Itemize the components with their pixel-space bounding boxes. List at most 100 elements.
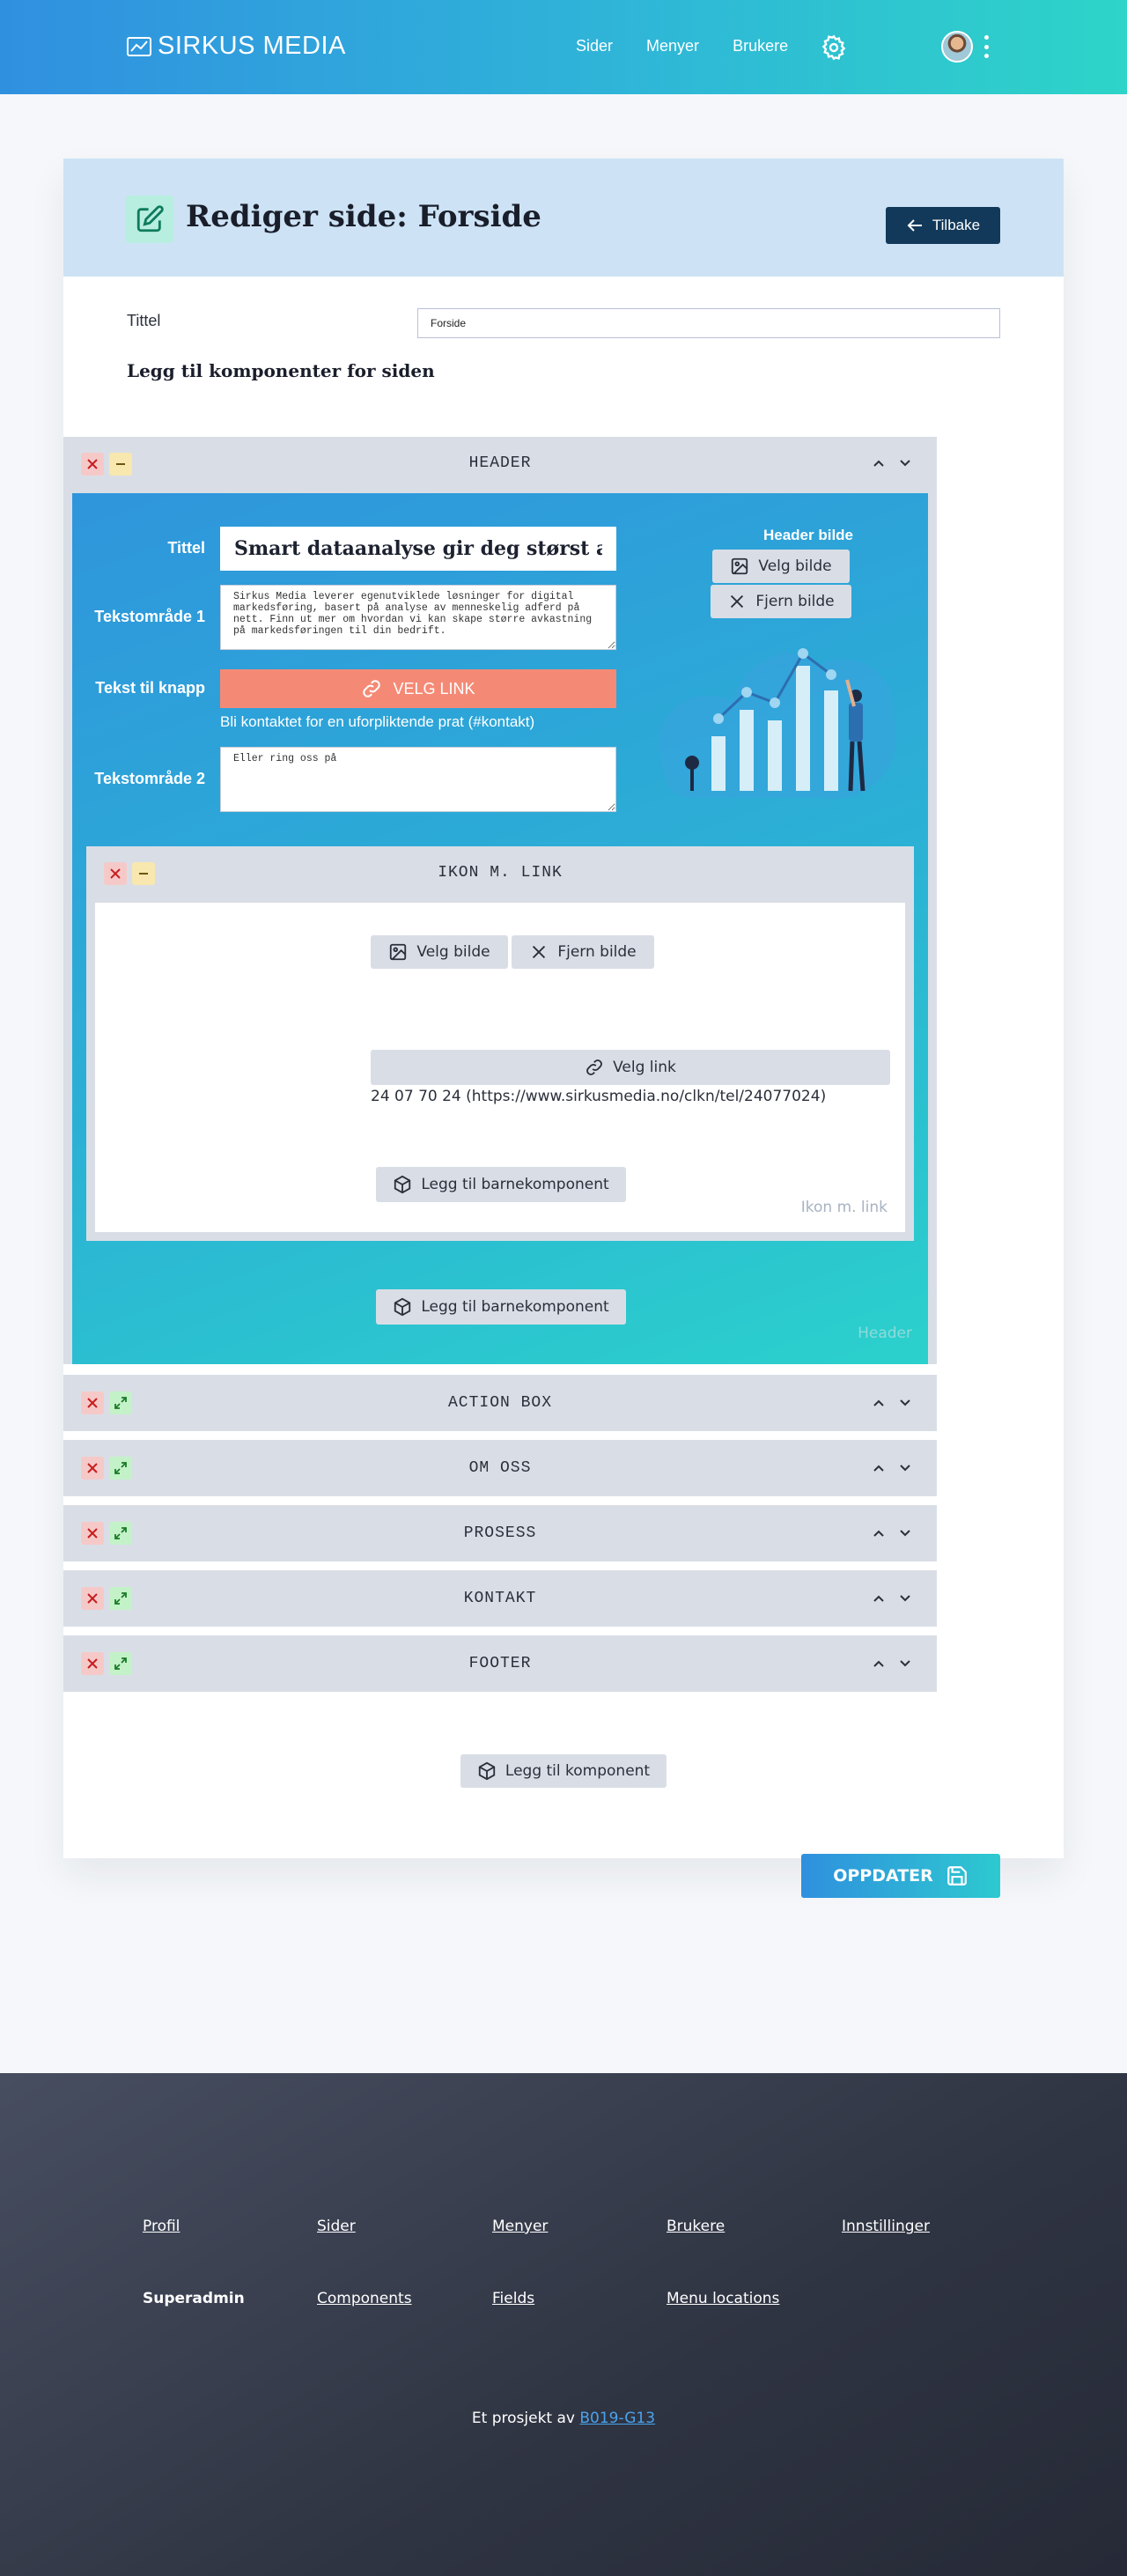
settings-gear-icon[interactable]	[820, 33, 848, 62]
button-link-hint: Bli kontaktet for en uforpliktende prat …	[220, 713, 535, 730]
ikon-choose-image-button[interactable]: Velg bilde	[371, 935, 508, 969]
component-bar: PROSESS	[63, 1505, 937, 1561]
brand-name: SIRKUS MEDIA	[158, 32, 346, 60]
footer-link-profil[interactable]: Profil	[143, 2218, 180, 2235]
chevron-up-icon[interactable]	[872, 1591, 886, 1605]
component-ikon-m-link: IKON M. LINK Velg bilde Fjern bilde Velg…	[86, 846, 914, 1241]
text1-textarea[interactable]: Sirkus Media leverer egenutviklede løsni…	[220, 585, 616, 650]
link-icon	[586, 1059, 603, 1075]
update-label: OPPDATER	[833, 1866, 933, 1886]
nav-item-menyer[interactable]: Menyer	[646, 37, 699, 55]
ikon-add-child-button[interactable]: Legg til barnekomponent	[376, 1167, 626, 1202]
component-bar: KONTAKT	[63, 1570, 937, 1627]
chevron-down-icon[interactable]	[898, 1396, 912, 1410]
collapsed-component-row: ACTION BOX	[63, 1375, 937, 1431]
header-title-input[interactable]	[220, 527, 616, 571]
link-icon	[363, 680, 381, 698]
close-icon	[533, 945, 546, 959]
component-name: ACTION BOX	[447, 1394, 553, 1412]
cube-icon	[394, 1297, 411, 1317]
ikon-choose-link-button[interactable]: Velg link	[371, 1050, 890, 1085]
image-icon	[732, 557, 748, 575]
text2-label: Tekstområde 2	[94, 770, 205, 787]
collapsed-component-row: KONTAKT	[63, 1570, 937, 1627]
text1-label: Tekstområde 1	[94, 608, 205, 625]
choose-link-label: VELG LINK	[393, 679, 475, 698]
footer-link-menyer[interactable]: Menyer	[492, 2218, 548, 2235]
chevron-up-icon[interactable]	[872, 1657, 886, 1671]
card-header: Rediger side: Forside Tilbake	[63, 159, 1064, 277]
header-add-child-button[interactable]: Legg til barnekomponent	[376, 1289, 626, 1325]
nav-item-brukere[interactable]: Brukere	[733, 37, 788, 55]
footer-link-sider[interactable]: Sider	[317, 2218, 356, 2235]
ikon-remove-image-label: Fjern bilde	[557, 943, 637, 961]
page-title: Rediger side: Forside	[186, 199, 541, 234]
chart-line-icon	[127, 36, 151, 56]
component-header-bar: HEADER	[63, 437, 937, 490]
text2-textarea[interactable]: Eller ring oss på	[220, 747, 616, 812]
image-icon	[390, 943, 407, 961]
nav-item-sider[interactable]: Sider	[576, 37, 613, 55]
collapsed-component-row: FOOTER	[63, 1635, 937, 1692]
component-bar: ACTION BOX	[63, 1375, 937, 1431]
update-button[interactable]: OPPDATER	[801, 1854, 1000, 1898]
chevron-down-icon[interactable]	[898, 1591, 912, 1605]
chevron-down-icon[interactable]	[898, 1461, 912, 1475]
more-menu-icon[interactable]	[984, 35, 990, 58]
back-button[interactable]: Tilbake	[886, 207, 1000, 244]
add-component-button[interactable]: Legg til komponent	[460, 1754, 667, 1788]
reorder-controls	[872, 1396, 912, 1410]
chevron-up-icon[interactable]	[872, 1396, 886, 1410]
footer-role: Superadmin	[143, 2290, 245, 2307]
credit-link[interactable]: B019-G13	[579, 2410, 655, 2427]
header-watermark: Header	[858, 1325, 912, 1342]
component-name: HEADER	[468, 454, 532, 472]
main-nav: Sider Menyer Brukere	[576, 37, 788, 55]
chevron-up-icon[interactable]	[872, 1461, 886, 1475]
component-name: FOOTER	[468, 1655, 532, 1672]
component-bar: FOOTER	[63, 1635, 937, 1692]
close-icon	[731, 594, 744, 609]
credit-prefix: Et prosjekt av	[471, 2410, 575, 2427]
cube-icon	[394, 1175, 411, 1194]
footer-link-innstillinger[interactable]: Innstillinger	[842, 2218, 930, 2235]
edit-icon	[126, 196, 173, 243]
component-name: OM OSS	[468, 1459, 532, 1477]
component-bar: OM OSS	[63, 1440, 937, 1496]
ikon-remove-image-button[interactable]: Fjern bilde	[512, 935, 654, 969]
arrow-left-icon	[907, 219, 922, 232]
save-icon	[947, 1866, 967, 1886]
reorder-controls	[872, 456, 912, 470]
back-button-label: Tilbake	[932, 217, 981, 233]
choose-link-button[interactable]: VELG LINK	[220, 669, 616, 708]
chevron-up-icon[interactable]	[872, 1526, 886, 1540]
title-input[interactable]	[417, 308, 1000, 338]
add-component-label: Legg til komponent	[505, 1762, 651, 1780]
user-avatar[interactable]	[941, 31, 973, 63]
reorder-controls	[872, 1461, 912, 1475]
header-title-label: Tittel	[167, 539, 205, 557]
ikon-link-value: 24 07 70 24 (https://www.sirkusmedia.no/…	[371, 1088, 827, 1105]
footer-link-brukere[interactable]: Brukere	[667, 2218, 725, 2235]
chevron-up-icon[interactable]	[872, 456, 886, 470]
footer-credit: Et prosjekt av B019-G13	[0, 2410, 1127, 2427]
top-navigation-bar: SIRKUS MEDIA Sider Menyer Brukere	[0, 0, 1127, 94]
footer-link-components[interactable]: Components	[317, 2290, 412, 2307]
header-add-child-label: Legg til barnekomponent	[421, 1298, 609, 1316]
footer-link-menu-locations[interactable]: Menu locations	[667, 2290, 779, 2307]
cube-icon	[478, 1761, 496, 1781]
chevron-down-icon[interactable]	[898, 456, 912, 470]
chevron-down-icon[interactable]	[898, 1657, 912, 1671]
header-image-label: Header bilde	[762, 527, 854, 543]
footer-link-fields[interactable]: Fields	[492, 2290, 534, 2307]
ikon-watermark: Ikon m. link	[800, 1199, 888, 1216]
collapsed-component-row: OM OSS	[63, 1440, 937, 1496]
brand-logo[interactable]: SIRKUS MEDIA	[126, 32, 346, 61]
component-header: HEADER Tittel Tekstområde 1 Sirkus Media…	[63, 437, 937, 1364]
components-heading: Legg til komponenter for siden	[127, 360, 435, 381]
header-component-body: Tittel Tekstområde 1 Sirkus Media levere…	[72, 493, 928, 1364]
choose-image-button[interactable]: Velg bilde	[712, 550, 850, 583]
chevron-down-icon[interactable]	[898, 1526, 912, 1540]
remove-image-button[interactable]: Fjern bilde	[711, 585, 851, 618]
ikon-choose-image-label: Velg bilde	[416, 943, 490, 961]
